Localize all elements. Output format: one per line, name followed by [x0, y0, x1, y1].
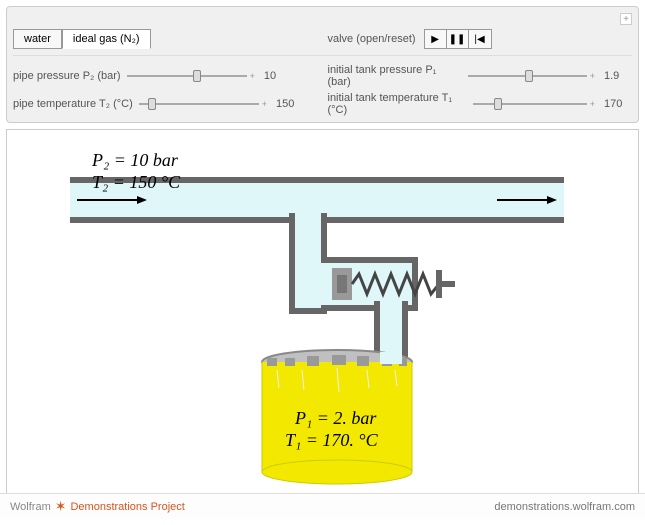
brand-project: Demonstrations Project	[70, 501, 184, 513]
diagram-panel: P₂ = 10 bar T₂ = 150 °C P₁ = 2. bar T₁ =…	[6, 129, 639, 499]
fluid-tabs: water ideal gas (N₂)	[13, 29, 151, 49]
t1-annotation: T₁ = 170. °C	[285, 430, 378, 451]
expand-icon[interactable]: +	[620, 13, 632, 25]
p1-slider[interactable]	[468, 69, 587, 83]
t1-slider[interactable]	[473, 97, 587, 111]
t2-value: 150	[276, 98, 304, 110]
controls-panel: + water ideal gas (N₂) valve (open/reset…	[6, 6, 639, 123]
plus-icon[interactable]: +	[250, 71, 255, 81]
p1-annotation: P₁ = 2. bar	[295, 408, 376, 429]
play-button[interactable]: ▶	[425, 30, 447, 48]
playback-controls: ▶ ❚❚ |◀	[424, 29, 492, 49]
t2-slider[interactable]	[139, 97, 259, 111]
valve-label: valve (open/reset)	[328, 33, 416, 45]
t2-label: pipe temperature T₂ (°C)	[13, 98, 133, 110]
p1-value: 1.9	[604, 70, 632, 82]
plus-icon[interactable]: +	[590, 99, 595, 109]
p2-slider[interactable]	[127, 69, 247, 83]
wolfram-icon: ✶	[55, 498, 67, 515]
t1-value: 170	[604, 98, 632, 110]
p1-label: initial tank pressure P₁ (bar)	[328, 64, 462, 88]
reset-button[interactable]: |◀	[469, 30, 491, 48]
t2-annotation: T₂ = 150 °C	[92, 172, 180, 193]
plus-icon[interactable]: +	[590, 71, 595, 81]
t1-label: initial tank temperature T₁ (°C)	[328, 92, 468, 116]
plus-icon[interactable]: +	[262, 99, 267, 109]
p2-value: 10	[264, 70, 292, 82]
tab-water[interactable]: water	[13, 29, 62, 49]
footer: Wolfram ✶ Demonstrations Project demonst…	[0, 493, 645, 519]
pause-button[interactable]: ❚❚	[447, 30, 469, 48]
footer-url[interactable]: demonstrations.wolfram.com	[494, 501, 635, 513]
p2-annotation: P₂ = 10 bar	[92, 150, 178, 171]
tab-ideal-gas[interactable]: ideal gas (N₂)	[62, 29, 151, 49]
brand-wolfram: Wolfram	[10, 501, 51, 513]
p2-label: pipe pressure P₂ (bar)	[13, 70, 121, 82]
